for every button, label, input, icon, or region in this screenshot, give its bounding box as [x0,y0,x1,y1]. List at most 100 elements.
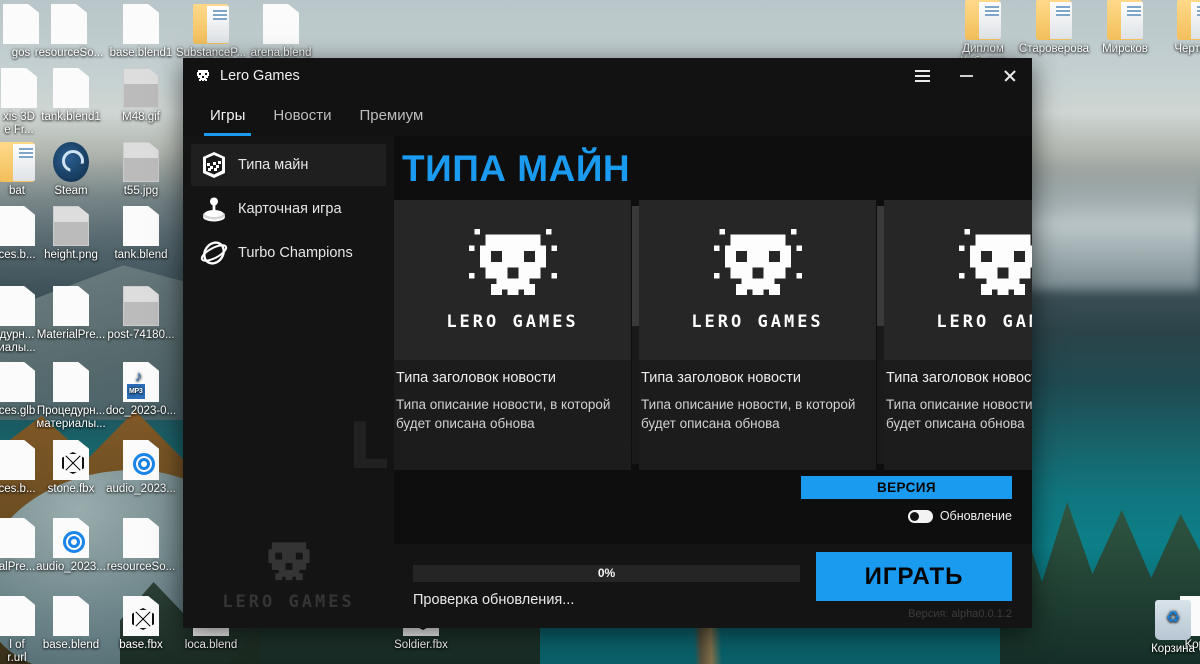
news-card-scrollbar[interactable] [877,206,884,464]
close-icon [1003,69,1017,83]
progress-column: 0% Проверка обновления... [413,564,800,608]
desktop-icon-label: post-74180... [107,329,175,341]
desktop-icon-label: loca.blend [184,639,238,651]
sidebar-item-label: Типа майн [238,157,309,173]
window-title-bar[interactable]: Lero Games [183,58,1032,94]
sidebar-watermark: LERO GAMES [183,539,394,612]
page-title: ТИПА МАЙН [402,148,631,189]
version-button[interactable]: ВЕРСИЯ [801,476,1012,499]
version-row: ВЕРСИЯ Обновление [394,470,1032,544]
audio-icon [123,440,159,480]
audio-icon [53,518,89,558]
sidebar-item-turbo-champions[interactable]: Turbo Champions [191,232,386,274]
image-icon [53,206,89,246]
tab-news[interactable]: Новости [259,94,345,136]
skull-logo-icon [468,228,557,295]
joystick-icon [203,197,225,222]
skull-logo-icon [958,228,1032,295]
news-description: Типа описание новости, в которой будет о… [396,397,611,431]
window-controls [900,58,1032,94]
news-banner: LERO GAMES [394,200,631,360]
news-text: Типа заголовок новости Типа описание нов… [394,360,631,433]
news-card[interactable]: LERO GAMES Типа заголовок новости Типа о… [884,200,1032,470]
news-logo-label: LERO GAMES [936,311,1032,332]
news-banner: LERO GAMES [884,200,1032,360]
news-title: Типа заголовок новости [886,370,1032,386]
mp3-icon [123,362,159,402]
desktop: gos resourceSo... base.blend1 SubstanceP...… [0,0,1200,664]
news-text: Типа заголовок новости Типа описание нов… [639,360,876,433]
game-list-sidebar: Типа майн Карточная игра Turbo Champions… [183,136,394,628]
desktop-icon-label: tank.blend1 [41,111,101,123]
sidebar-item-kartochnaya-igra[interactable]: Карточная игра [191,188,386,230]
menu-button[interactable] [900,58,944,94]
desktop-icon[interactable]: doc_2023-0... [98,362,184,418]
planet-ring-icon [200,241,228,265]
file-icon [53,596,89,636]
desktop-icon-label: Steam [54,185,88,197]
update-toggle-switch[interactable] [907,509,933,523]
desktop-icon[interactable]: t55.jpg [98,142,184,198]
folder-icon [193,4,229,44]
tab-games[interactable]: Игры [196,94,259,136]
desktop-icon[interactable]: Черте... [1152,0,1200,56]
image-icon [123,68,159,108]
news-description: Типа описание новости, в которой будет о… [886,397,1032,431]
desktop-icon[interactable]: post-74180... [98,286,184,342]
skull-watermark-icon [267,542,310,581]
news-carousel: LERO GAMES Типа заголовок новости Типа о… [394,200,1032,470]
close-button[interactable] [988,58,1032,94]
desktop-icon[interactable]: Корзина [1130,600,1200,656]
desktop-icon-label: bat [9,185,25,197]
news-card[interactable]: LERO GAMES Типа заголовок новости Типа о… [639,200,884,470]
hamburger-menu-icon [914,70,930,82]
file-icon [123,206,159,246]
desktop-icon-label: base.blend [42,639,100,651]
news-card-scrollbar[interactable] [632,206,639,464]
version-label: Версия: alpha0.0.1.2 [908,608,1012,620]
news-card[interactable]: LERO GAMES Типа заголовок новости Типа о… [394,200,639,470]
folder-icon [1107,0,1143,40]
news-logo-label: LERO GAMES [446,311,579,332]
news-title: Типа заголовок новости [641,370,802,386]
file-icon [263,4,299,44]
scrollbar-thumb[interactable] [877,206,884,326]
minimize-icon [959,75,973,77]
desktop-icon-label: Soldier.fbx [394,639,448,651]
desktop-icon-label: Мирсков [1102,43,1148,55]
file-icon [123,518,159,558]
file-icon [51,4,87,44]
desktop-icon[interactable]: arena.blend [238,4,324,60]
desktop-icon-label: base.blend1 [109,47,173,59]
bin-icon [1155,600,1191,640]
desktop-icon-label: resourceSo... [106,561,176,573]
image-icon [123,142,159,182]
desktop-icon-label: Староверова [1018,43,1090,55]
cube-icon [123,596,159,636]
minimize-button[interactable] [944,58,988,94]
play-button[interactable]: ИГРАТЬ [816,552,1012,601]
news-description: Типа описание новости, в которой будет о… [641,397,856,431]
tab-premium[interactable]: Премиум [345,94,437,136]
sidebar-item-tipa-mayn[interactable]: Типа майн [191,144,386,186]
desktop-icon-label: doc_2023-0... [105,405,177,417]
bottom-action-bar: 0% Проверка обновления... ИГРАТЬ Версия:… [394,544,1032,628]
news-text: Типа заголовок новости Типа описание нов… [884,360,1032,433]
desktop-icon-label: MaterialPre... [36,329,106,341]
desktop-icon[interactable]: tank.blend [98,206,184,262]
desktop-icon-label: tank.blend [114,249,168,261]
desktop-icon-label: base.fbx [119,639,163,651]
tab-news-label: Новости [273,106,332,124]
folder-icon [965,0,1001,40]
toggle-knob [909,511,919,521]
desktop-icon[interactable]: audio_2023... [98,440,184,496]
desktop-icon[interactable]: M48.gif [98,68,184,124]
window-body: Типа майн Карточная игра Turbo Champions… [183,136,1032,628]
desktop-icon[interactable]: resourceSo... [98,518,184,574]
desktop-icon-label: l of r.url [7,639,27,664]
scrollbar-thumb[interactable] [632,206,639,326]
tab-premium-label: Премиум [359,106,424,124]
skull-logo-icon [197,70,209,81]
desktop-icon-label: M48.gif [122,111,160,123]
skull-logo-icon [713,228,802,295]
